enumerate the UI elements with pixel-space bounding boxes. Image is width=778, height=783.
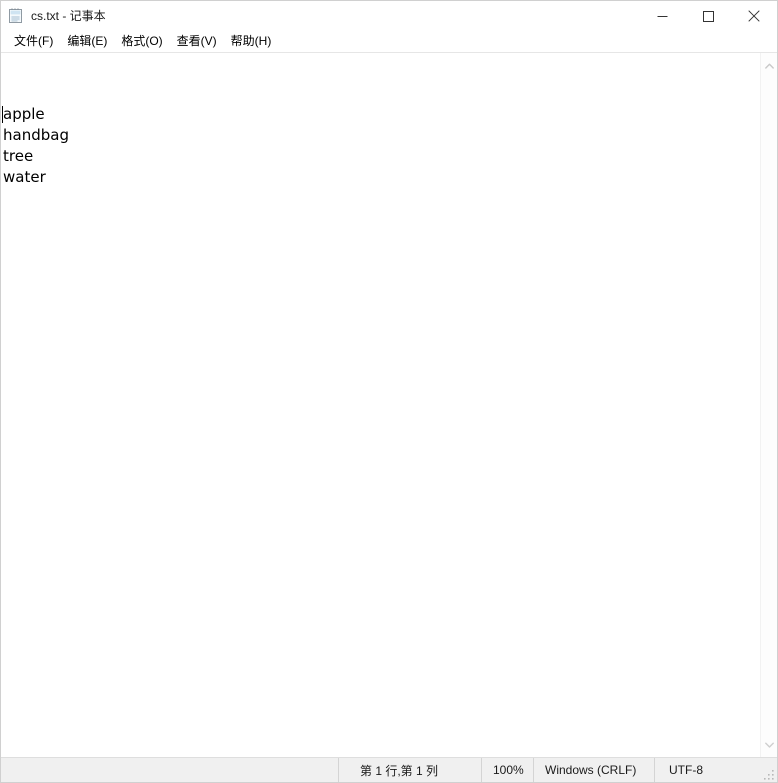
- status-bar-spacer: [1, 758, 338, 782]
- text-line: water: [3, 168, 46, 186]
- text-line: tree: [3, 147, 34, 165]
- title-bar[interactable]: cs.txt - 记事本: [1, 1, 777, 31]
- scroll-down-button[interactable]: [761, 736, 777, 753]
- status-cursor-position: 第 1 行,第 1 列: [338, 758, 481, 782]
- chevron-up-icon: [765, 63, 774, 69]
- status-zoom-level[interactable]: 100%: [481, 758, 533, 782]
- notepad-window: cs.txt - 记事本 文件(F) 编辑(E) 格式(O) 查看(V) 帮助(…: [0, 0, 778, 783]
- close-button[interactable]: [731, 1, 777, 31]
- text-editor[interactable]: apple handbag tree water: [1, 53, 760, 757]
- scrollbar-thumb[interactable]: [763, 74, 776, 736]
- status-encoding[interactable]: UTF-8: [654, 758, 777, 782]
- vertical-scrollbar[interactable]: [760, 53, 777, 757]
- minimize-icon: [657, 11, 668, 22]
- minimize-button[interactable]: [639, 1, 685, 31]
- text-line: apple: [3, 105, 45, 123]
- window-title: cs.txt - 记事本: [31, 9, 106, 23]
- scroll-up-button[interactable]: [761, 57, 777, 74]
- notepad-icon: [8, 8, 24, 24]
- text-line: handbag: [3, 126, 69, 144]
- menu-file[interactable]: 文件(F): [7, 31, 60, 52]
- menu-format[interactable]: 格式(O): [114, 31, 169, 52]
- text-content: apple handbag tree water: [3, 104, 760, 188]
- editor-area: apple handbag tree water: [1, 52, 777, 757]
- status-line-ending[interactable]: Windows (CRLF): [533, 758, 654, 782]
- menu-help[interactable]: 帮助(H): [224, 31, 279, 52]
- close-icon: [748, 10, 760, 22]
- menu-view[interactable]: 查看(V): [170, 31, 224, 52]
- chevron-down-icon: [765, 742, 774, 748]
- menu-bar: 文件(F) 编辑(E) 格式(O) 查看(V) 帮助(H): [1, 31, 777, 52]
- status-bar: 第 1 行,第 1 列 100% Windows (CRLF) UTF-8: [1, 757, 777, 782]
- maximize-icon: [702, 10, 714, 22]
- menu-edit[interactable]: 编辑(E): [60, 31, 114, 52]
- maximize-button[interactable]: [685, 1, 731, 31]
- window-controls: [639, 1, 777, 31]
- title-bar-left: cs.txt - 记事本: [1, 1, 106, 31]
- resize-grip-icon[interactable]: [763, 768, 775, 780]
